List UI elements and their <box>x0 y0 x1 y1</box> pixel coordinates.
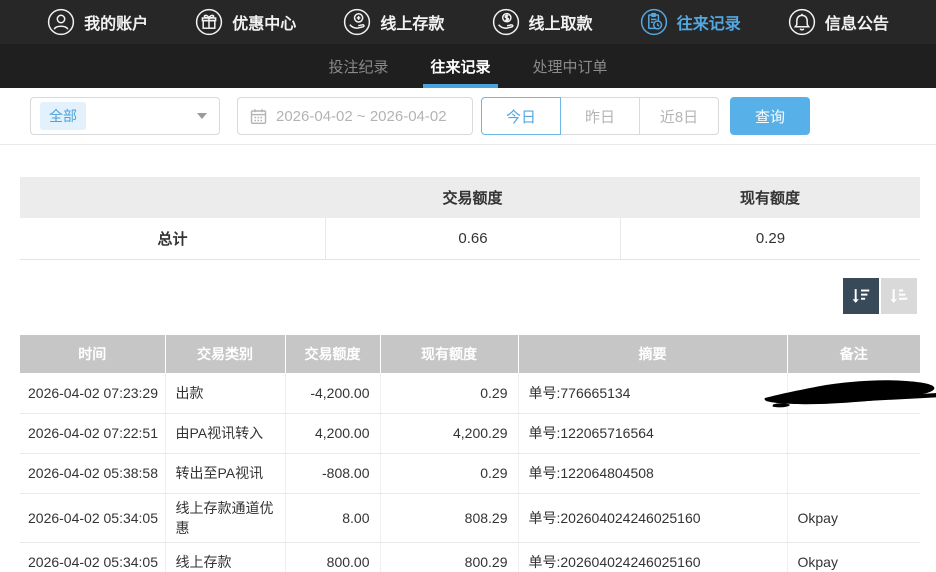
gift-icon <box>195 8 223 36</box>
cell-time: 2026-04-02 05:38:58 <box>20 453 165 493</box>
cell-amount: -808.00 <box>285 453 380 493</box>
cell-type: 线上存款 <box>165 543 285 572</box>
withdraw-icon <box>492 8 520 36</box>
calendar-icon <box>250 108 267 125</box>
cell-type: 出款 <box>165 373 285 413</box>
nav-item-promo-center[interactable]: 优惠中心 <box>195 8 296 36</box>
nav-item-transaction-records[interactable]: 往来记录 <box>640 8 741 36</box>
nav-item-label: 线上存款 <box>380 10 444 34</box>
date-range-input[interactable]: 2026-04-02 ~ 2026-04-02 <box>237 97 473 135</box>
query-button[interactable]: 查询 <box>730 97 810 135</box>
bell-icon <box>788 8 816 36</box>
cell-amount: -4,200.00 <box>285 373 380 413</box>
nav-item-label: 我的账户 <box>84 10 148 34</box>
top-nav: 我的账户 优惠中心 线上存款 线上取款 往来记录 信息公告 <box>0 0 936 44</box>
sort-controls <box>0 278 917 314</box>
summary-total-row: 总计 0.66 0.29 <box>20 218 920 260</box>
cell-summary: 单号:202604024246025160 <box>518 543 787 572</box>
nav-item-label: 线上取款 <box>529 10 593 34</box>
cell-time: 2026-04-02 05:34:05 <box>20 493 165 543</box>
records-icon <box>640 8 668 36</box>
quick-date-button-group: 今日昨日近8日 <box>481 97 719 135</box>
summary-total-current-balance: 0.29 <box>620 218 920 259</box>
chevron-down-icon <box>197 113 207 119</box>
table-row: 2026-04-02 07:23:29出款-4,200.000.29单号:776… <box>20 373 920 413</box>
cell-balance: 800.29 <box>380 543 518 572</box>
summary-table: 交易额度 现有额度 总计 0.66 0.29 <box>20 177 920 260</box>
cell-time: 2026-04-02 07:23:29 <box>20 373 165 413</box>
nav-item-my-account[interactable]: 我的账户 <box>47 8 148 36</box>
sort-asc-icon <box>888 285 910 307</box>
cell-amount: 4,200.00 <box>285 413 380 453</box>
summary-total-transaction-amount: 0.66 <box>325 218 620 259</box>
selected-filter-tag: 全部 <box>40 102 86 130</box>
table-row: 2026-04-02 05:38:58转出至PA视讯-808.000.29单号:… <box>20 453 920 493</box>
sort-descending-button[interactable] <box>843 278 879 314</box>
tab-processing-orders[interactable]: 处理中订单 <box>531 44 610 88</box>
summary-header-transaction-amount: 交易额度 <box>325 187 620 208</box>
type-filter-select[interactable]: 全部 <box>30 97 220 135</box>
column-header-amount: 交易额度 <box>285 335 380 373</box>
tab-betting-records[interactable]: 投注纪录 <box>326 44 390 88</box>
deposit-icon <box>343 8 371 36</box>
cell-remark <box>787 373 920 413</box>
cell-balance: 808.29 <box>380 493 518 543</box>
tab-transaction-records[interactable]: 往来记录 <box>428 44 492 88</box>
nav-item-label: 往来记录 <box>677 10 741 34</box>
cell-time: 2026-04-02 05:34:05 <box>20 543 165 572</box>
sub-nav: 投注纪录往来记录处理中订单 <box>0 44 936 88</box>
cell-summary: 单号:776665134 <box>518 373 787 413</box>
nav-item-online-withdrawal[interactable]: 线上取款 <box>492 8 593 36</box>
table-row: 2026-04-02 05:34:05线上存款800.00800.29单号:20… <box>20 543 920 572</box>
cell-balance: 0.29 <box>380 453 518 493</box>
cell-summary: 单号:122065716564 <box>518 413 787 453</box>
cell-remark: Okpay <box>787 543 920 572</box>
column-header-time: 时间 <box>20 335 165 373</box>
transactions-table: 时间交易类别交易额度现有额度摘要备注 2026-04-02 07:23:29出款… <box>20 335 920 572</box>
date-range-value: 2026-04-02 ~ 2026-04-02 <box>276 108 447 125</box>
summary-header-current-balance: 现有额度 <box>620 187 920 208</box>
cell-type: 由PA视讯转入 <box>165 413 285 453</box>
table-header-row: 时间交易类别交易额度现有额度摘要备注 <box>20 335 920 373</box>
cell-type: 线上存款通道优惠 <box>165 493 285 543</box>
cell-balance: 4,200.29 <box>380 413 518 453</box>
sort-desc-icon <box>850 285 872 307</box>
nav-item-label: 信息公告 <box>825 10 889 34</box>
cell-balance: 0.29 <box>380 373 518 413</box>
column-header-balance: 现有额度 <box>380 335 518 373</box>
column-header-summary: 摘要 <box>518 335 787 373</box>
quick-button-today[interactable]: 今日 <box>481 97 561 135</box>
quick-button-last-8-days[interactable]: 近8日 <box>639 97 719 135</box>
cell-type: 转出至PA视讯 <box>165 453 285 493</box>
cell-remark <box>787 453 920 493</box>
transactions-table-wrap: 时间交易类别交易额度现有额度摘要备注 2026-04-02 07:23:29出款… <box>20 335 920 572</box>
filter-bar: 全部 2026-04-02 ~ 2026-04-02 今日昨日近8日 查询 <box>0 88 936 145</box>
cell-amount: 800.00 <box>285 543 380 572</box>
cell-amount: 8.00 <box>285 493 380 543</box>
column-header-remark: 备注 <box>787 335 920 373</box>
cell-summary: 单号:122064804508 <box>518 453 787 493</box>
summary-header-row: 交易额度 现有额度 <box>20 177 920 218</box>
nav-item-announcements[interactable]: 信息公告 <box>788 8 889 36</box>
cell-remark: Okpay <box>787 493 920 543</box>
user-icon <box>47 8 75 36</box>
sort-ascending-button[interactable] <box>881 278 917 314</box>
table-row: 2026-04-02 07:22:51由PA视讯转入4,200.004,200.… <box>20 413 920 453</box>
cell-time: 2026-04-02 07:22:51 <box>20 413 165 453</box>
nav-item-label: 优惠中心 <box>232 10 296 34</box>
summary-total-label: 总计 <box>20 218 325 259</box>
cell-remark <box>787 413 920 453</box>
cell-summary: 单号:202604024246025160 <box>518 493 787 543</box>
nav-item-online-deposit[interactable]: 线上存款 <box>343 8 444 36</box>
quick-button-yesterday[interactable]: 昨日 <box>560 97 640 135</box>
table-row: 2026-04-02 05:34:05线上存款通道优惠8.00808.29单号:… <box>20 493 920 543</box>
column-header-type: 交易类别 <box>165 335 285 373</box>
